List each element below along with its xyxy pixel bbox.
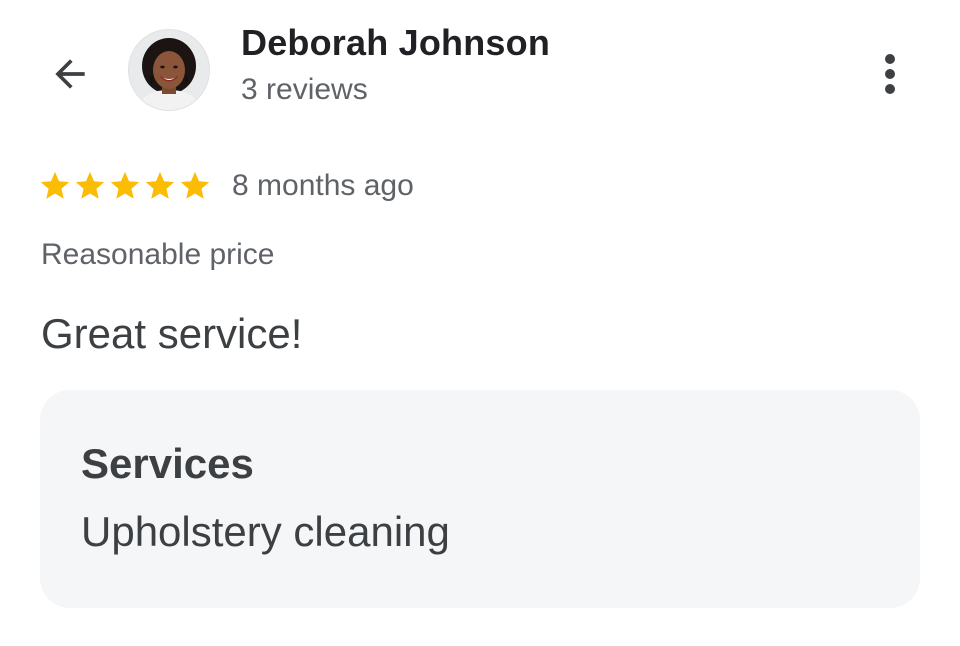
profile-photo xyxy=(129,30,209,110)
review-text: Great service! xyxy=(41,310,303,357)
arrow-back-icon xyxy=(55,59,85,89)
rating-row: 8 months ago xyxy=(38,166,414,206)
star-icon xyxy=(40,171,70,199)
star-icon xyxy=(110,171,140,199)
star-icon xyxy=(75,171,105,199)
services-value: Upholstery cleaning xyxy=(81,508,450,555)
star-icon xyxy=(180,171,210,199)
review-time: 8 months ago xyxy=(232,169,414,202)
services-card: Services Upholstery cleaning xyxy=(40,390,920,608)
services-title: Services xyxy=(81,440,254,487)
star-icon xyxy=(145,171,175,199)
avatar[interactable] xyxy=(129,30,209,110)
back-button[interactable] xyxy=(40,48,100,100)
star-rating xyxy=(38,169,212,203)
reviewer-name[interactable]: Deborah Johnson xyxy=(241,22,550,64)
review-attribute: Reasonable price xyxy=(41,238,275,271)
more-vert-icon xyxy=(885,54,895,94)
review-count: 3 reviews xyxy=(241,73,368,106)
more-options-button[interactable] xyxy=(866,48,914,100)
